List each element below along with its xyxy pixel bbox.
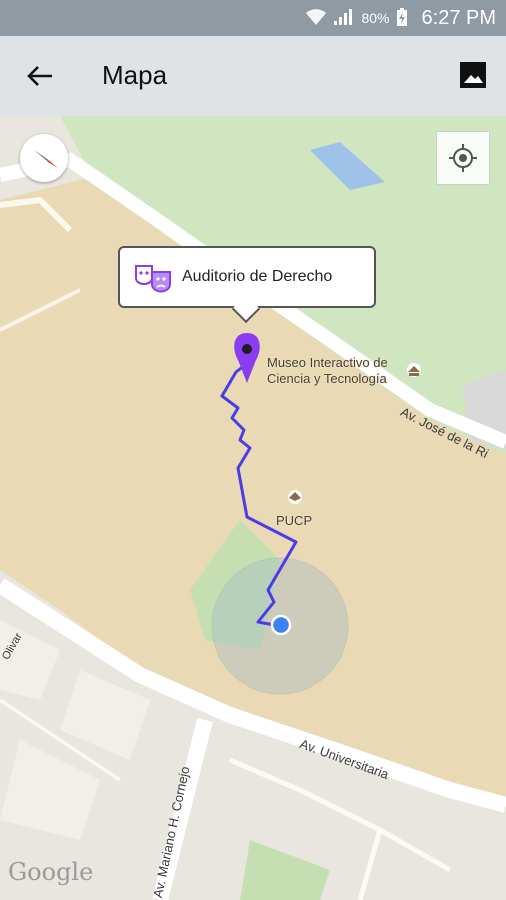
compass-icon[interactable] — [20, 134, 68, 182]
back-button[interactable] — [22, 58, 58, 94]
battery-percent: 80% — [361, 10, 390, 26]
google-attribution: Google — [8, 858, 94, 886]
marker-callout[interactable]: Auditorio de Derecho — [118, 246, 376, 308]
image-icon[interactable] — [458, 60, 488, 90]
poi-museum-label[interactable]: Museo Interactivo de Ciencia y Tecnologí… — [267, 355, 427, 387]
status-time: 6:27 PM — [421, 6, 496, 29]
poi-museum-line1: Museo Interactivo de — [267, 355, 388, 370]
signal-icon — [333, 8, 355, 29]
my-location-button[interactable] — [436, 131, 490, 185]
wifi-icon — [305, 8, 327, 29]
poi-pucp-label[interactable]: PUCP — [276, 513, 312, 528]
app-bar: Mapa — [0, 36, 506, 116]
poi-museum-line2: Ciencia y Tecnología — [267, 371, 387, 386]
map-canvas — [0, 116, 506, 900]
arrow-left-icon — [27, 66, 52, 86]
map-view[interactable]: Auditorio de Derecho Museo Interactivo d… — [0, 116, 506, 900]
callout-title: Auditorio de Derecho — [182, 268, 333, 285]
crosshair-icon — [449, 144, 477, 172]
status-bar: 80% 6:27 PM — [0, 0, 506, 36]
theater-masks-icon — [132, 258, 176, 302]
battery-charging-icon — [396, 7, 408, 30]
page-title: Mapa — [102, 60, 168, 90]
